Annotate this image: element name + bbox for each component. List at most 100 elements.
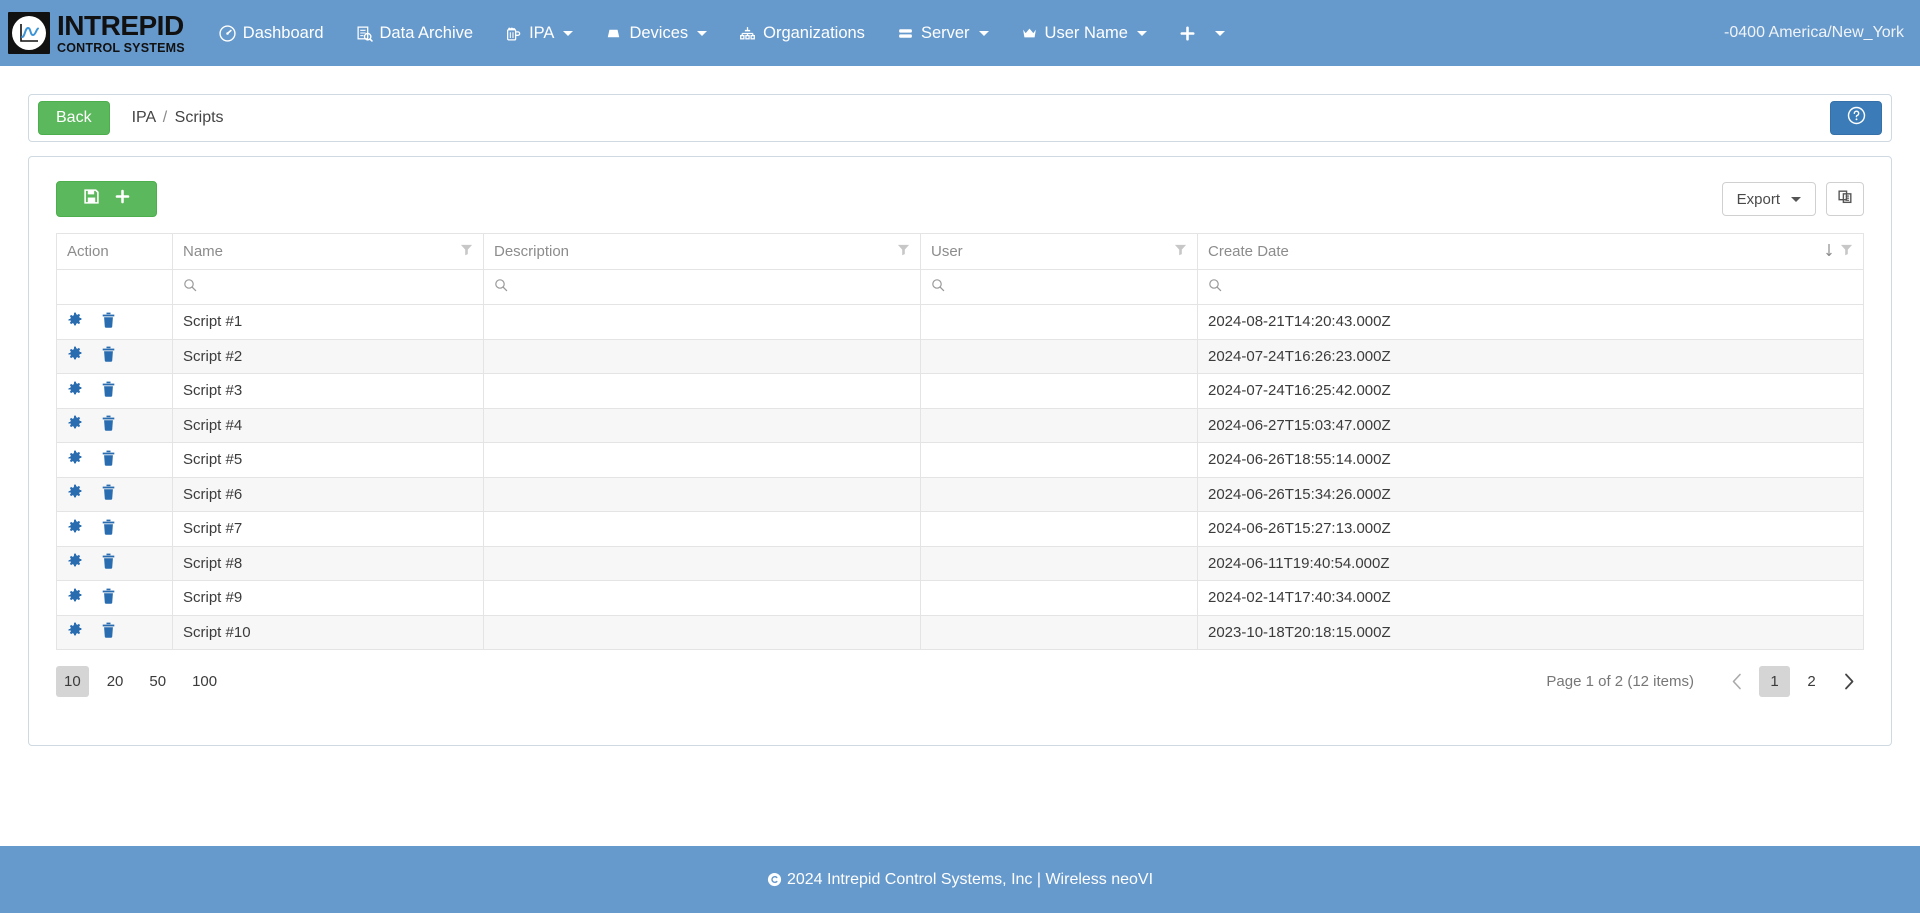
page-button-1[interactable]: 1	[1759, 666, 1790, 697]
arrow-down-icon[interactable]	[1824, 243, 1834, 261]
next-page-button[interactable]	[1833, 666, 1864, 697]
funnel-filter-icon[interactable]	[1840, 243, 1853, 260]
filter-cell-description[interactable]	[483, 269, 921, 305]
table-row[interactable]: Script #3 2024-07-24T16:25:42.000Z	[56, 373, 1864, 409]
nav-label-data-archive: Data Archive	[379, 23, 474, 42]
cell-name: Script #9	[172, 580, 484, 616]
gear-icon[interactable]	[67, 519, 83, 535]
filter-cell-user[interactable]	[920, 269, 1198, 305]
gear-icon[interactable]	[67, 415, 83, 431]
table-row[interactable]: Script #5 2024-06-26T18:55:14.000Z	[56, 442, 1864, 478]
server-icon	[897, 25, 914, 42]
page-size-10[interactable]: 10	[56, 666, 89, 697]
filter-cell-name[interactable]	[172, 269, 484, 305]
magnifier-icon	[183, 278, 197, 296]
cell-create-date: 2024-07-24T16:26:23.000Z	[1197, 338, 1864, 374]
cell-user	[920, 614, 1198, 650]
cell-user	[920, 545, 1198, 581]
nav-item-add[interactable]	[1163, 0, 1241, 66]
caret-down-icon	[1214, 30, 1225, 36]
trash-icon[interactable]	[101, 588, 116, 604]
breadcrumb-root[interactable]: IPA	[132, 109, 156, 126]
gear-icon[interactable]	[67, 312, 83, 328]
table-row[interactable]: Script #9 2024-02-14T17:40:34.000Z	[56, 580, 1864, 616]
trash-icon[interactable]	[101, 415, 116, 431]
nav-label-devices: Devices	[629, 23, 689, 42]
funnel-filter-icon[interactable]	[460, 243, 473, 260]
export-button[interactable]: Export	[1721, 182, 1816, 216]
nav-item-ipa[interactable]: IPA	[489, 0, 589, 66]
column-header-name[interactable]: Name	[172, 233, 484, 270]
cell-description	[483, 304, 921, 340]
gear-icon[interactable]	[67, 622, 83, 638]
page-button-2[interactable]: 2	[1796, 666, 1827, 697]
funnel-filter-icon[interactable]	[897, 243, 910, 260]
table-row[interactable]: Script #6 2024-06-26T15:34:26.000Z	[56, 476, 1864, 512]
page-size-50[interactable]: 50	[141, 666, 174, 697]
nav-item-data-archive[interactable]: Data Archive	[340, 0, 490, 66]
table-row[interactable]: Script #7 2024-06-26T15:27:13.000Z	[56, 511, 1864, 547]
toolbar-right-group: Export	[1721, 182, 1864, 216]
trash-icon[interactable]	[101, 381, 116, 397]
brand-logo[interactable]: INTREPID CONTROL SYSTEMS	[8, 11, 203, 55]
column-header-create-date[interactable]: Create Date	[1197, 233, 1864, 270]
waveform-graph-logo-icon	[12, 16, 46, 50]
nav-label-organizations: Organizations	[763, 23, 865, 42]
table-row[interactable]: Script #2 2024-07-24T16:26:23.000Z	[56, 338, 1864, 374]
gear-icon[interactable]	[67, 346, 83, 362]
trash-icon[interactable]	[101, 312, 116, 328]
column-header-user[interactable]: User	[920, 233, 1198, 270]
cell-name: Script #6	[172, 476, 484, 512]
beer-mug-icon	[505, 25, 522, 42]
nav-label-ipa: IPA	[529, 23, 555, 42]
cell-create-date: 2024-06-26T15:27:13.000Z	[1197, 511, 1864, 547]
trash-icon[interactable]	[101, 484, 116, 500]
cell-name: Script #7	[172, 511, 484, 547]
nav-item-devices[interactable]: Devices	[589, 0, 723, 66]
trash-icon[interactable]	[101, 622, 116, 638]
column-chooser-button[interactable]	[1826, 182, 1864, 216]
nav-label-user-name: User Name	[1044, 23, 1128, 42]
trash-icon[interactable]	[101, 346, 116, 362]
scripts-table: Action Name Description User Create Date…	[56, 233, 1864, 650]
top-navbar: INTREPID CONTROL SYSTEMS Dashboard Data …	[0, 0, 1920, 66]
back-button[interactable]: Back	[38, 101, 110, 135]
trash-icon[interactable]	[101, 553, 116, 569]
intrepid-logo-mark	[8, 12, 50, 54]
cell-name: Script #3	[172, 373, 484, 409]
gear-icon[interactable]	[67, 484, 83, 500]
cell-description	[483, 511, 921, 547]
prev-page-button[interactable]	[1722, 666, 1753, 697]
dashboard-gauge-icon	[219, 24, 236, 42]
gear-icon[interactable]	[67, 450, 83, 466]
page-size-100[interactable]: 100	[184, 666, 225, 697]
add-script-button[interactable]	[56, 181, 157, 217]
trash-icon[interactable]	[101, 519, 116, 535]
filter-cell-create-date[interactable]	[1197, 269, 1864, 305]
filter-cell-action	[56, 269, 173, 305]
nav-item-server[interactable]: Server	[881, 0, 1005, 66]
cell-action	[56, 442, 173, 478]
nav-item-user-name[interactable]: User Name	[1005, 0, 1163, 66]
gear-icon[interactable]	[67, 553, 83, 569]
gear-icon[interactable]	[67, 588, 83, 604]
page-size-20[interactable]: 20	[99, 666, 132, 697]
header-row: Action Name Description User Create Date	[56, 233, 1864, 270]
trash-icon[interactable]	[101, 450, 116, 466]
breadcrumb: IPA / Scripts	[132, 109, 224, 127]
gear-icon[interactable]	[67, 381, 83, 397]
table-header: Action Name Description User Create Date	[56, 233, 1864, 305]
nav-item-organizations[interactable]: Organizations	[723, 0, 881, 66]
column-header-action[interactable]: Action	[56, 233, 173, 270]
pagination-bar: 10 20 50 100 Page 1 of 2 (12 items) 1 2	[56, 666, 1864, 697]
help-button[interactable]	[1830, 101, 1882, 135]
table-row[interactable]: Script #1 2024-08-21T14:20:43.000Z	[56, 304, 1864, 340]
table-row[interactable]: Script #8 2024-06-11T19:40:54.000Z	[56, 545, 1864, 581]
column-header-description[interactable]: Description	[483, 233, 921, 270]
nav-item-dashboard[interactable]: Dashboard	[203, 0, 340, 66]
cell-create-date: 2024-02-14T17:40:34.000Z	[1197, 580, 1864, 616]
table-row[interactable]: Script #10 2023-10-18T20:18:15.000Z	[56, 614, 1864, 650]
funnel-filter-icon[interactable]	[1174, 243, 1187, 260]
page-size-selector: 10 20 50 100	[56, 666, 235, 697]
table-row[interactable]: Script #4 2024-06-27T15:03:47.000Z	[56, 407, 1864, 443]
